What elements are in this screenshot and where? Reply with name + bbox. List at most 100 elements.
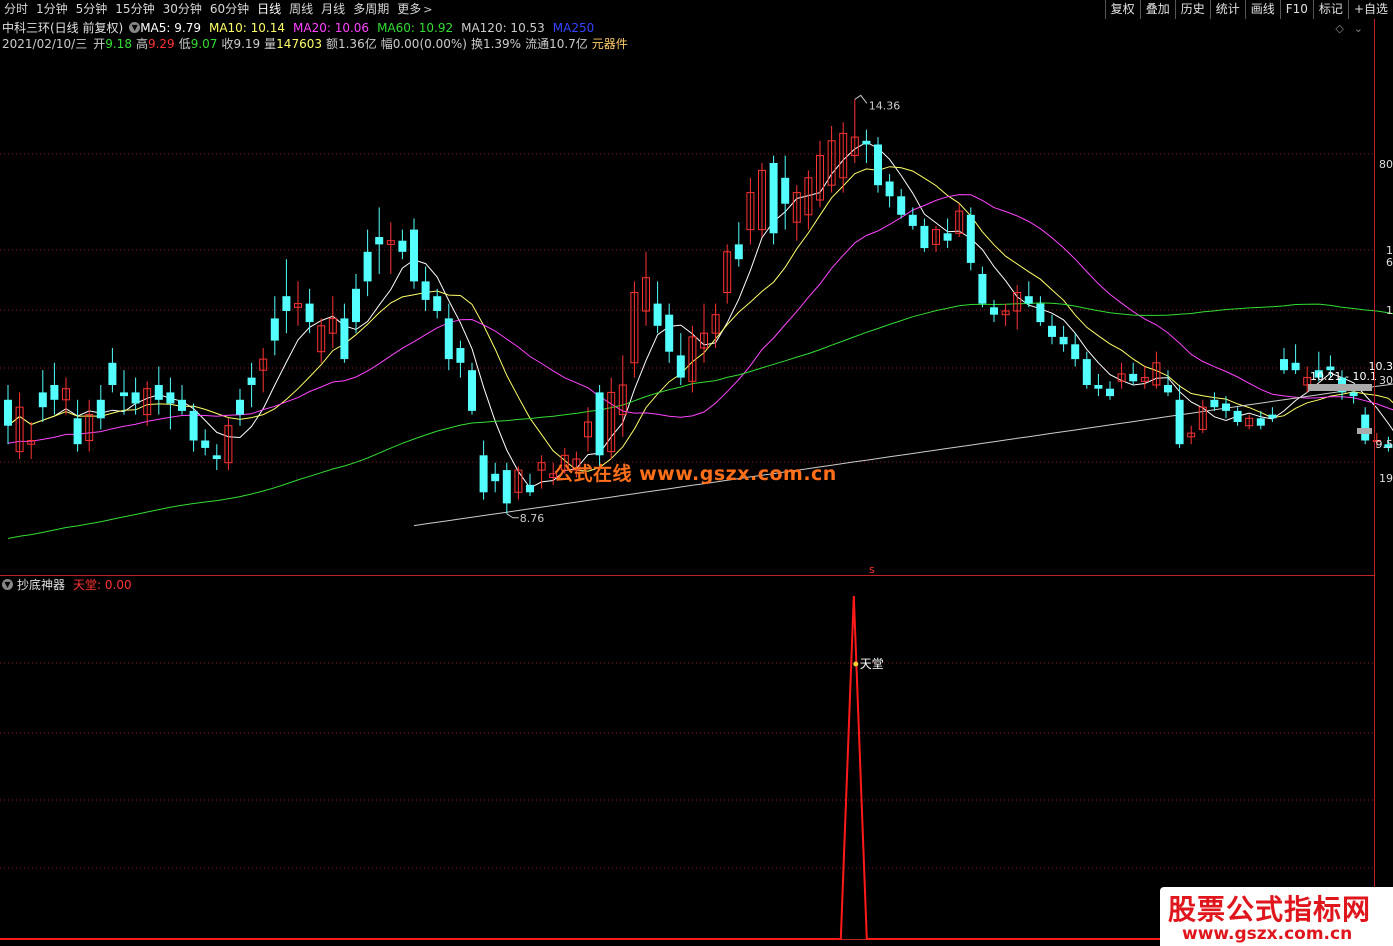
site-logo: 股票公式指标网 www.gszx.com.cn bbox=[1160, 887, 1393, 946]
candle bbox=[850, 99, 859, 163]
candle bbox=[1361, 407, 1370, 445]
candle-body bbox=[734, 244, 743, 260]
candle bbox=[746, 177, 755, 245]
range-bar bbox=[1308, 384, 1372, 391]
candle-body bbox=[201, 440, 210, 448]
candle bbox=[1233, 407, 1242, 426]
candle bbox=[665, 303, 674, 363]
candle bbox=[1187, 425, 1196, 445]
scale-label: 6 bbox=[1386, 256, 1393, 269]
candle-body bbox=[178, 399, 186, 411]
candle bbox=[908, 207, 917, 230]
indicator-value: 天堂: 0.00 bbox=[73, 577, 132, 592]
candle-body bbox=[410, 229, 418, 282]
candle-body bbox=[340, 318, 349, 360]
candle bbox=[1036, 296, 1045, 326]
candle-body bbox=[1291, 362, 1300, 371]
candle-body bbox=[421, 281, 430, 300]
s-marker: s bbox=[869, 563, 875, 576]
candle bbox=[328, 296, 337, 348]
candle-body bbox=[665, 314, 674, 352]
candle bbox=[73, 399, 82, 452]
candle bbox=[386, 222, 395, 274]
candle-body bbox=[1210, 399, 1219, 408]
candle-body bbox=[131, 392, 140, 404]
candle bbox=[804, 170, 813, 230]
candle bbox=[990, 299, 998, 323]
candle bbox=[653, 281, 662, 334]
candle-body bbox=[189, 410, 198, 441]
candle bbox=[827, 126, 836, 193]
candle-body bbox=[897, 196, 906, 215]
candle bbox=[108, 348, 117, 393]
candle bbox=[96, 385, 105, 430]
scale-label: 9.5 bbox=[1375, 438, 1393, 451]
candle bbox=[1106, 381, 1114, 400]
scale-label: 1 bbox=[1386, 304, 1393, 317]
candle bbox=[723, 244, 732, 304]
candle-body bbox=[154, 385, 163, 400]
candle bbox=[1164, 370, 1172, 397]
candle bbox=[1071, 333, 1080, 367]
candle-body bbox=[4, 399, 12, 426]
candle-body bbox=[526, 484, 534, 493]
signal-dot bbox=[853, 661, 859, 667]
candle-body bbox=[920, 225, 929, 249]
candle bbox=[816, 140, 824, 208]
candle bbox=[317, 318, 326, 363]
candle bbox=[1024, 281, 1033, 308]
candle-body bbox=[943, 233, 952, 241]
candle-body bbox=[1164, 385, 1172, 393]
candle-body bbox=[1024, 296, 1033, 304]
ma20-line bbox=[7, 194, 1393, 444]
candle bbox=[1245, 414, 1254, 430]
candle-body bbox=[595, 392, 604, 456]
candle bbox=[410, 218, 418, 289]
candle-body bbox=[1233, 410, 1242, 422]
candle bbox=[966, 207, 975, 271]
candle bbox=[1082, 351, 1091, 389]
candle bbox=[862, 129, 871, 163]
candle bbox=[85, 399, 94, 452]
candle bbox=[874, 137, 882, 193]
candle-body bbox=[781, 177, 790, 204]
candle-body bbox=[1071, 344, 1080, 360]
indicator-name: 抄底神器 bbox=[17, 577, 66, 592]
candle bbox=[62, 377, 70, 415]
scale-label: 80 bbox=[1379, 158, 1393, 171]
candle-body bbox=[653, 303, 662, 326]
candle-body bbox=[352, 288, 360, 323]
candle bbox=[630, 281, 639, 378]
candle bbox=[502, 462, 511, 514]
candle bbox=[584, 407, 592, 452]
logo-url: www.gszx.com.cn bbox=[1182, 924, 1353, 944]
candle bbox=[769, 155, 778, 245]
candle bbox=[143, 381, 152, 426]
candle-body bbox=[363, 251, 372, 282]
candle-body bbox=[247, 377, 256, 385]
candle-body bbox=[1082, 359, 1091, 385]
candle bbox=[734, 222, 743, 267]
candle bbox=[479, 440, 488, 500]
last-price-bar bbox=[1357, 428, 1372, 434]
candle-body bbox=[468, 370, 476, 411]
scale-label: 19 bbox=[1379, 472, 1393, 485]
candle-body bbox=[978, 274, 987, 304]
candle bbox=[433, 288, 442, 319]
candle bbox=[1280, 348, 1288, 374]
candle bbox=[1291, 344, 1300, 374]
candle bbox=[270, 296, 279, 356]
chevron-down-icon[interactable]: ▼ bbox=[2, 578, 13, 590]
max-price-label: 14.36 bbox=[869, 99, 901, 112]
candle-body bbox=[166, 392, 175, 404]
min-pointer bbox=[506, 513, 519, 519]
candle bbox=[259, 348, 268, 393]
candle bbox=[38, 370, 47, 422]
candle-body bbox=[1268, 414, 1277, 419]
ma120-line bbox=[413, 383, 1393, 527]
candle bbox=[444, 303, 453, 371]
candle bbox=[642, 251, 650, 326]
candle bbox=[978, 266, 987, 308]
candle bbox=[178, 385, 186, 415]
candle-body bbox=[1280, 359, 1288, 371]
